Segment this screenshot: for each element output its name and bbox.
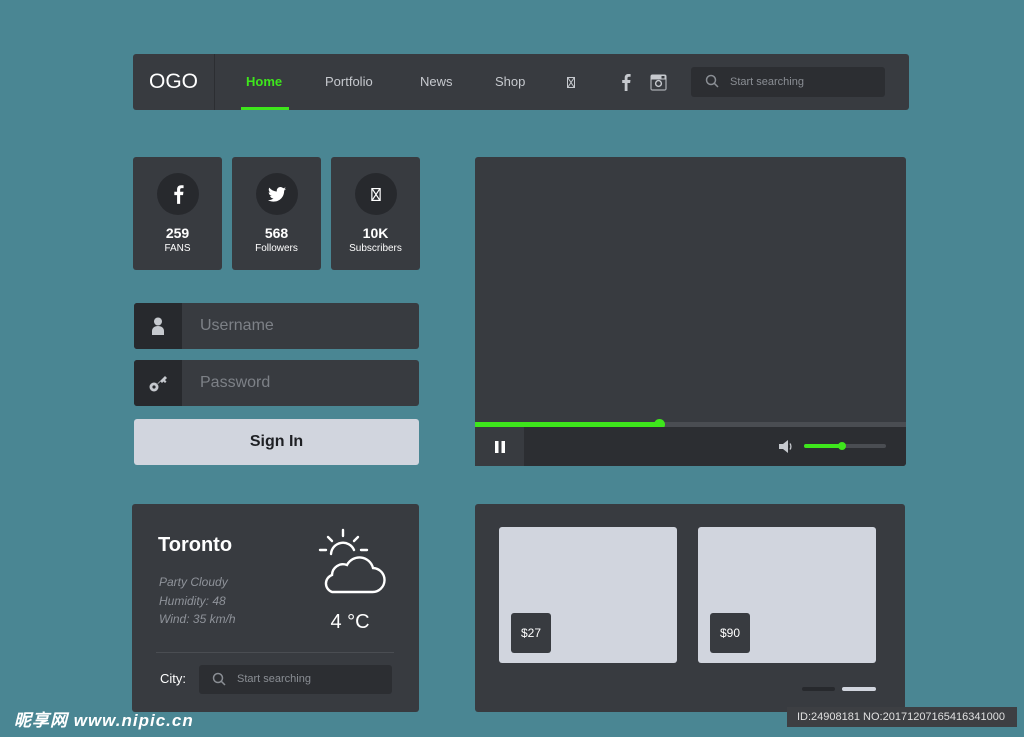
weather-temperature: 4 °C — [330, 611, 370, 633]
divider — [156, 652, 394, 653]
top-nav-bar: OGO Home Portfolio News Shop Start searc… — [133, 54, 909, 110]
sign-in-button[interactable]: Sign In — [134, 419, 419, 465]
city-label: City: — [160, 671, 186, 686]
city-search-input[interactable]: Start searching — [199, 665, 392, 694]
product-card[interactable]: $27 — [499, 527, 677, 663]
social-card-facebook[interactable]: 259 FANS — [133, 157, 222, 270]
twitter-icon — [256, 173, 298, 215]
social-card-twitter[interactable]: 568 Followers — [232, 157, 321, 270]
social-count: 568 — [264, 225, 289, 241]
weather-widget: Toronto Party Cloudy Humidity: 48 Wind: … — [132, 504, 419, 712]
nav-link-home[interactable]: Home — [246, 54, 282, 110]
weather-city-name: Toronto — [158, 534, 233, 556]
carousel-dot-1[interactable] — [802, 687, 835, 691]
watermark-left: 昵享网 www.nipic.cn — [14, 711, 194, 730]
city-search-placeholder: Start searching — [237, 673, 311, 685]
pause-icon — [494, 440, 505, 453]
weather-condition: Party Cloudy — [159, 575, 228, 589]
volume-icon[interactable] — [779, 439, 795, 459]
nav-search-placeholder: Start searching — [730, 76, 804, 88]
volume-fill — [804, 444, 842, 448]
product-price: $90 — [710, 613, 750, 653]
pause-button[interactable] — [475, 427, 524, 466]
watermark-right: ID:24908181 NO:20171207165416341000 — [787, 707, 1017, 727]
nav-link-portfolio[interactable]: Portfolio — [325, 54, 373, 110]
instagram-icon[interactable] — [649, 73, 667, 91]
nav-link-shop[interactable]: Shop — [495, 54, 525, 110]
social-label: Followers — [255, 243, 298, 254]
product-card[interactable]: $90 — [698, 527, 876, 663]
social-card-subscribers[interactable]: 10K Subscribers — [331, 157, 420, 270]
volume-slider[interactable] — [804, 442, 886, 450]
nav-active-underline — [241, 107, 289, 110]
unknown-glyph-icon[interactable] — [562, 73, 580, 91]
password-placeholder: Password — [200, 374, 271, 391]
partly-cloudy-icon — [317, 528, 387, 601]
video-player[interactable] — [475, 157, 906, 466]
facebook-icon[interactable] — [617, 73, 635, 91]
search-icon — [212, 672, 226, 691]
username-placeholder: Username — [200, 317, 274, 334]
product-price: $27 — [511, 613, 551, 653]
weather-wind: Wind: 35 km/h — [159, 612, 236, 626]
logo[interactable]: OGO — [133, 54, 215, 110]
product-carousel: $27 $90 — [475, 504, 905, 712]
weather-humidity: Humidity: 48 — [159, 594, 226, 608]
social-label: Subscribers — [349, 243, 402, 254]
volume-handle[interactable] — [837, 442, 846, 450]
unknown-glyph-icon — [355, 173, 397, 215]
username-field[interactable]: Username — [134, 303, 419, 349]
social-label: FANS — [164, 243, 191, 254]
facebook-icon — [157, 173, 199, 215]
nav-link-news[interactable]: News — [420, 54, 453, 110]
nav-search-input[interactable]: Start searching — [691, 67, 885, 97]
social-count: 259 — [165, 225, 190, 241]
search-icon — [705, 74, 719, 93]
carousel-dot-2-active[interactable] — [842, 687, 876, 691]
video-controls — [475, 427, 906, 466]
user-icon — [134, 303, 182, 349]
social-count: 10K — [362, 225, 389, 241]
password-field[interactable]: Password — [134, 360, 419, 406]
key-icon — [134, 360, 182, 406]
